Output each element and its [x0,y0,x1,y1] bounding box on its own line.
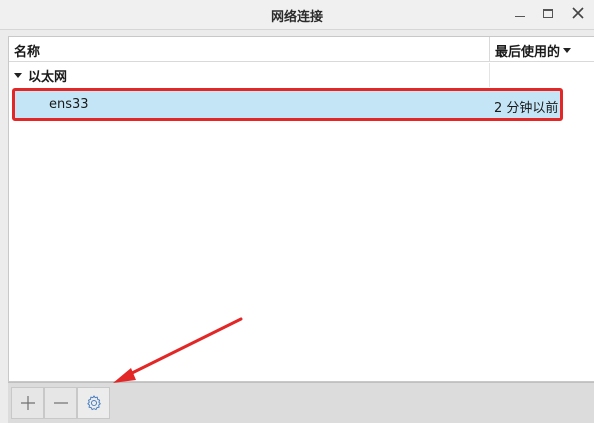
gear-icon [86,395,101,411]
close-icon [572,7,584,19]
expander-arrow-icon[interactable] [14,72,22,78]
column-divider [489,37,490,62]
connection-name: ens33 [49,97,89,112]
group-column-divider [489,63,490,87]
bottom-toolbar [8,382,594,423]
column-header-name[interactable]: 名称 [14,41,40,60]
maximize-button[interactable] [536,3,560,23]
column-header-last-used-label: 最后使用的 [495,45,561,60]
connection-settings-button[interactable] [77,387,110,419]
list-header: 名称 最后使用的 [9,37,594,62]
maximize-icon [543,8,553,18]
remove-connection-button[interactable] [44,387,77,419]
plus-icon [20,396,35,410]
minus-icon [53,402,68,404]
column-header-last-used[interactable]: 最后使用的 [495,41,572,60]
title-bar: 网络连接 [0,0,594,30]
sort-arrow-icon [563,48,572,53]
close-button[interactable] [562,3,594,23]
group-row-ethernet[interactable]: 以太网 [9,63,594,87]
add-connection-button[interactable] [11,387,44,419]
minimize-button[interactable] [508,3,532,23]
connection-row-ens33[interactable]: ens33 2 分钟以前 [12,88,563,121]
connection-last-used: 2 分钟以前 [494,101,559,116]
window-title: 网络连接 [270,10,323,25]
minimize-icon [515,15,525,17]
connection-list: 名称 最后使用的 以太网 ens33 2 分钟以前 [8,36,594,382]
group-label: 以太网 [28,69,68,85]
